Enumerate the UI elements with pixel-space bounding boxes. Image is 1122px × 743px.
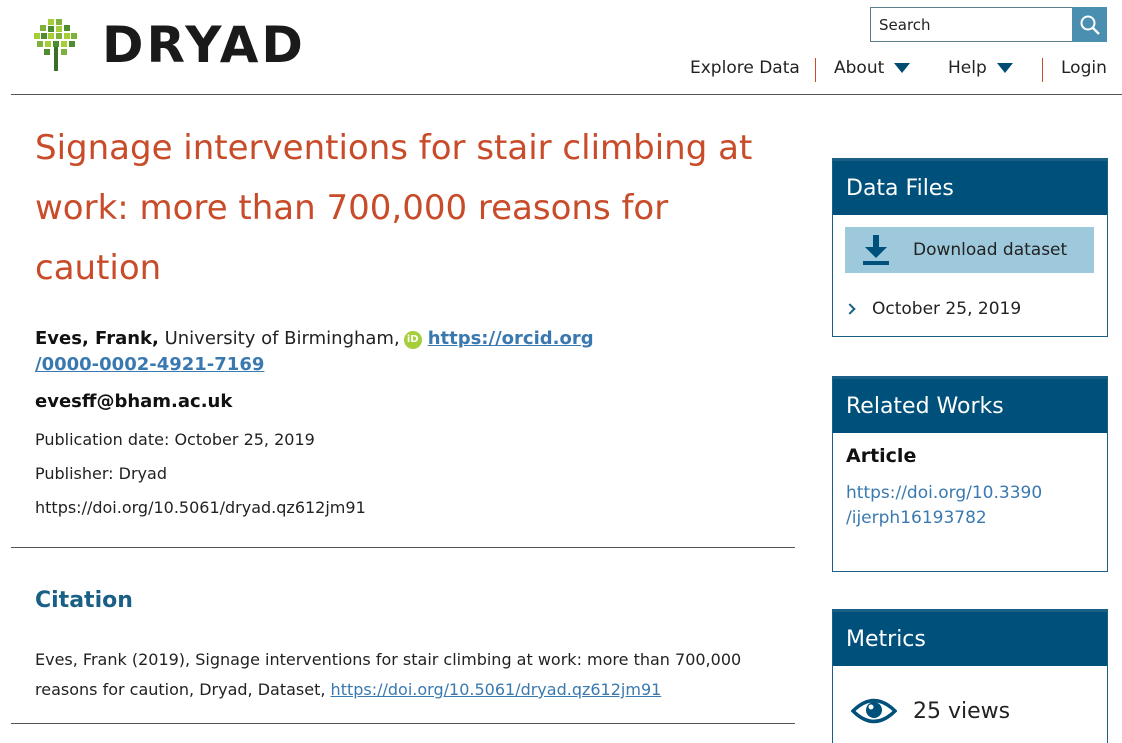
nav-help[interactable]: Help bbox=[948, 56, 1013, 80]
orcid-link-part-2: /0000-0002-4921-7169 bbox=[35, 354, 265, 375]
caret-down-icon bbox=[996, 63, 1013, 73]
data-files-panel: Data Files Download dataset October 25, … bbox=[832, 158, 1108, 337]
related-work-link[interactable]: https://doi.org/10.3390/ijerph16193782 bbox=[846, 481, 1086, 531]
download-dataset-label: Download dataset bbox=[913, 240, 1068, 260]
metrics-panel: Metrics 25 views bbox=[832, 609, 1108, 743]
dataset-doi: https://doi.org/10.5061/dryad.qz612jm91 bbox=[35, 498, 366, 517]
author-line: Eves, Frank, University of Birmingham, iD… bbox=[35, 326, 635, 378]
author-email: evesff@bham.ac.uk bbox=[35, 391, 233, 412]
nav-explore-data[interactable]: Explore Data bbox=[690, 56, 800, 80]
related-work-type: Article bbox=[846, 445, 917, 467]
section-divider bbox=[11, 547, 795, 548]
main-nav: Explore Data About Help Login bbox=[0, 56, 1122, 82]
citation-heading: Citation bbox=[35, 588, 133, 613]
dataset-title: Signage interventions for stair climbing… bbox=[35, 128, 753, 288]
related-works-heading: Related Works bbox=[833, 377, 1107, 433]
citation-text: Eves, Frank (2019), Signage intervention… bbox=[35, 645, 775, 705]
nav-about[interactable]: About bbox=[834, 56, 911, 80]
data-files-heading: Data Files bbox=[833, 159, 1107, 215]
nav-login-label: Login bbox=[1061, 58, 1107, 78]
citation-doi-link[interactable]: https://doi.org/10.5061/dryad.qz612jm91 bbox=[331, 680, 662, 699]
nav-explore-label: Explore Data bbox=[690, 58, 800, 78]
search-button[interactable] bbox=[1072, 7, 1107, 42]
download-icon bbox=[863, 235, 889, 265]
section-divider bbox=[11, 723, 795, 724]
nav-help-label: Help bbox=[948, 58, 987, 78]
header-divider bbox=[11, 94, 1122, 95]
nav-divider bbox=[815, 58, 816, 82]
author-name: Eves, Frank, bbox=[35, 328, 159, 349]
chevron-right-icon bbox=[844, 303, 856, 315]
related-work-link-part-2: /ijerph16193782 bbox=[846, 508, 987, 528]
publisher: Publisher: Dryad bbox=[35, 464, 167, 483]
metrics-heading: Metrics bbox=[833, 610, 1107, 666]
author-affiliation: University of Birmingham, bbox=[164, 328, 400, 349]
search-form bbox=[870, 7, 1107, 42]
caret-down-icon bbox=[894, 63, 911, 73]
views-metric: 25 views bbox=[851, 696, 1010, 726]
version-item[interactable]: October 25, 2019 bbox=[844, 299, 1022, 319]
search-icon bbox=[1080, 15, 1100, 35]
search-input[interactable] bbox=[870, 7, 1072, 42]
version-date: October 25, 2019 bbox=[872, 299, 1022, 319]
views-count: 25 views bbox=[913, 698, 1011, 724]
related-works-panel: Related Works Article https://doi.org/10… bbox=[832, 376, 1108, 572]
publication-date: Publication date: October 25, 2019 bbox=[35, 430, 315, 449]
orcid-icon: iD bbox=[403, 331, 422, 349]
orcid-link-part-1: https://orcid.org bbox=[427, 328, 594, 349]
nav-login[interactable]: Login bbox=[1061, 56, 1107, 80]
download-dataset-button[interactable]: Download dataset bbox=[845, 227, 1094, 273]
eye-icon bbox=[851, 698, 897, 724]
nav-about-label: About bbox=[834, 58, 885, 78]
nav-divider bbox=[1042, 58, 1043, 82]
related-work-link-part-1: https://doi.org/10.3390 bbox=[846, 483, 1043, 503]
